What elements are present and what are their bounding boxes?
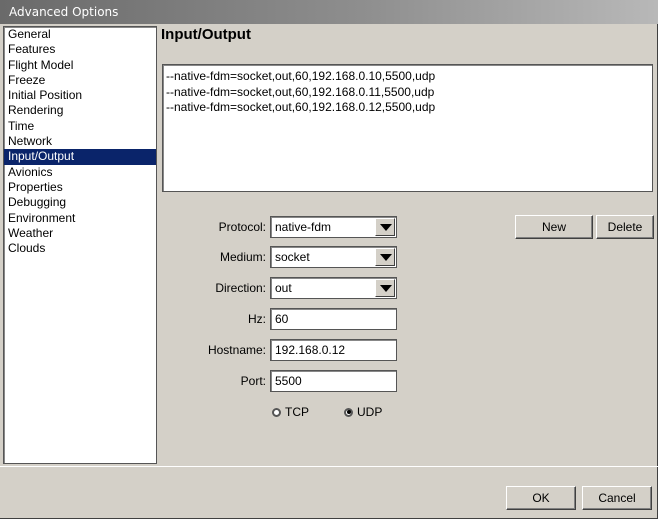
sidebar-item-environment[interactable]: Environment bbox=[4, 211, 156, 226]
sidebar-item-network[interactable]: Network bbox=[4, 134, 156, 149]
delete-button[interactable]: Delete bbox=[596, 215, 654, 239]
new-button[interactable]: New bbox=[515, 215, 593, 239]
sidebar-item-freeze[interactable]: Freeze bbox=[4, 73, 156, 88]
sidebar-item-features[interactable]: Features bbox=[4, 42, 156, 57]
options-category-list[interactable]: General Features Flight Model Freeze Initial… bbox=[3, 26, 157, 464]
sidebar-item-clouds[interactable]: Clouds bbox=[4, 241, 156, 256]
udp-radio[interactable]: UDP bbox=[344, 404, 382, 420]
medium-label: Medium: bbox=[219, 250, 266, 264]
sidebar-item-rendering[interactable]: Rendering bbox=[4, 103, 156, 118]
page-title: Input/Output bbox=[161, 26, 251, 43]
port-label: Port: bbox=[240, 374, 266, 388]
ok-button[interactable]: OK bbox=[506, 486, 576, 510]
chevron-down-icon[interactable] bbox=[375, 248, 395, 266]
chevron-down-icon[interactable] bbox=[375, 218, 395, 236]
port-input[interactable] bbox=[270, 370, 397, 392]
advanced-options-dialog: Advanced Options General Features Flight M… bbox=[0, 0, 658, 519]
udp-radio-label: UDP bbox=[357, 405, 383, 419]
sidebar-item-avionics[interactable]: Avionics bbox=[4, 165, 156, 180]
tcp-radio-label: TCP bbox=[285, 405, 309, 419]
radio-checked-icon bbox=[344, 407, 353, 417]
hz-input[interactable] bbox=[270, 308, 397, 330]
sidebar-item-weather[interactable]: Weather bbox=[4, 226, 156, 241]
hostname-input[interactable] bbox=[270, 339, 397, 361]
sidebar-item-properties[interactable]: Properties bbox=[4, 180, 156, 195]
list-item[interactable]: --native-fdm=socket,out,60,192.168.0.12,… bbox=[166, 100, 652, 116]
sidebar-item-general[interactable]: General bbox=[4, 27, 156, 42]
medium-select[interactable]: socket bbox=[270, 246, 397, 268]
sidebar-item-flight-model[interactable]: Flight Model bbox=[4, 58, 156, 73]
protocol-label: Protocol: bbox=[218, 220, 266, 234]
cancel-button[interactable]: Cancel bbox=[582, 486, 652, 510]
list-item[interactable]: --native-fdm=socket,out,60,192.168.0.11,… bbox=[166, 85, 652, 101]
sidebar-item-debugging[interactable]: Debugging bbox=[4, 195, 156, 210]
protocol-select[interactable]: native-fdm bbox=[270, 216, 397, 238]
list-item[interactable]: --native-fdm=socket,out,60,192.168.0.10,… bbox=[166, 69, 652, 85]
footer-separator bbox=[0, 466, 658, 467]
direction-value: out bbox=[275, 281, 292, 295]
sidebar-item-input-output[interactable]: Input/Output bbox=[4, 149, 156, 165]
sidebar-item-initial-position[interactable]: Initial Position bbox=[4, 88, 156, 103]
medium-value: socket bbox=[275, 250, 310, 264]
io-config-list[interactable]: --native-fdm=socket,out,60,192.168.0.10,… bbox=[162, 64, 653, 192]
window-title: Advanced Options bbox=[9, 5, 119, 19]
sidebar-item-time[interactable]: Time bbox=[4, 119, 156, 134]
hostname-label: Hostname: bbox=[207, 343, 266, 357]
title-bar[interactable]: Advanced Options bbox=[0, 0, 658, 24]
hz-label: Hz: bbox=[248, 312, 266, 326]
direction-label: Direction: bbox=[215, 281, 266, 295]
protocol-value: native-fdm bbox=[275, 220, 332, 234]
direction-select[interactable]: out bbox=[270, 277, 397, 299]
radio-unchecked-icon bbox=[272, 407, 281, 417]
chevron-down-icon[interactable] bbox=[375, 279, 395, 297]
tcp-radio[interactable]: TCP bbox=[272, 404, 309, 420]
